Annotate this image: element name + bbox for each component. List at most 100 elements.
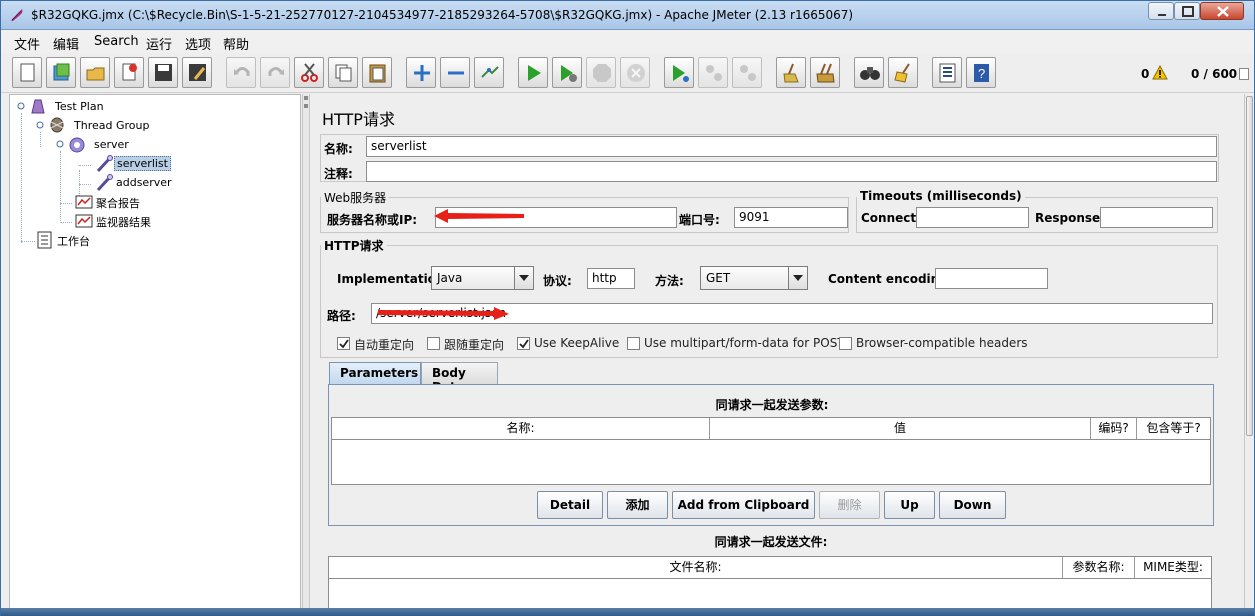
up-button[interactable]: Up [884, 491, 935, 519]
close-button[interactable] [1200, 2, 1244, 20]
connect-label: Connect: [861, 211, 921, 225]
collapse-all-button[interactable] [440, 57, 470, 88]
column-header-encode[interactable]: 编码? [1091, 418, 1137, 439]
search-button[interactable] [854, 57, 884, 88]
tree-item-workbench[interactable]: 工作台 [36, 231, 90, 249]
save-button[interactable] [148, 57, 178, 88]
params-table-body[interactable] [331, 440, 1211, 485]
copy-button[interactable] [328, 57, 358, 88]
start-button[interactable] [518, 57, 548, 88]
cut-icon [301, 63, 318, 82]
active-threads: 0 / 600 [1191, 67, 1238, 81]
menu-edit[interactable]: 编辑 [53, 34, 79, 53]
start-no-pauses-button[interactable] [552, 57, 582, 88]
remote-start-button[interactable] [664, 57, 694, 88]
templates-icon [53, 63, 70, 81]
taskbar-edge [1, 608, 1254, 616]
menu-options[interactable]: 选项 [185, 34, 211, 53]
remote-stop-icon [706, 65, 722, 81]
new-button[interactable] [12, 57, 42, 88]
save-as-icon [189, 64, 206, 81]
tree-item-serverlist[interactable]: serverlist [95, 155, 171, 173]
red-arrow-annotation [378, 307, 509, 320]
menu-run[interactable]: 运行 [146, 34, 172, 53]
name-input[interactable]: serverlist [366, 136, 1217, 157]
status-indicator [1239, 68, 1249, 80]
minus-icon [448, 71, 464, 75]
remote-stop-button[interactable] [698, 57, 728, 88]
broom-all-icon [816, 63, 835, 83]
redo-button[interactable] [260, 57, 290, 88]
tab-body-data[interactable]: Body Data [421, 362, 498, 394]
jmeter-window: $R32GQKG.jmx (C:\$Recycle.Bin\S-1-5-21-2… [0, 0, 1255, 616]
shutdown-icon [627, 64, 645, 82]
add-from-clipboard-button[interactable]: Add from Clipboard [672, 491, 815, 519]
split-pane-divider[interactable] [302, 94, 310, 609]
controller-icon [56, 137, 85, 153]
warning-icon[interactable] [1152, 65, 1168, 80]
method-select[interactable]: GET [700, 266, 808, 290]
tree-item-test-plan[interactable]: Test Plan [17, 98, 104, 116]
delete-button[interactable]: 删除 [819, 491, 880, 519]
content-encoding-input[interactable] [935, 268, 1048, 289]
save-as-button[interactable] [182, 57, 212, 88]
checkbox-box [839, 337, 852, 350]
checkbox-label: Browser-compatible headers [856, 336, 1028, 350]
column-header-file-name[interactable]: 文件名称: [329, 557, 1063, 578]
menu-search[interactable]: Search [94, 34, 139, 49]
tree-label: Test Plan [55, 100, 104, 113]
expand-all-button[interactable] [406, 57, 436, 88]
down-button[interactable]: Down [939, 491, 1006, 519]
port-input[interactable]: 9091 [734, 207, 848, 228]
paste-button[interactable] [362, 57, 392, 88]
tree-item-thread-group[interactable]: Thread Group [36, 117, 149, 135]
close-file-icon [122, 63, 137, 81]
implementation-select[interactable]: Java [431, 266, 534, 290]
tab-parameters[interactable]: Parameters [329, 362, 421, 384]
maximize-button[interactable] [1174, 2, 1200, 20]
files-table-body[interactable] [328, 579, 1212, 609]
column-header-param-name[interactable]: 参数名称: [1063, 557, 1135, 578]
help-book-icon: ? [974, 64, 989, 82]
minimize-button[interactable] [1148, 2, 1174, 20]
open-button[interactable] [80, 57, 110, 88]
new-file-icon [20, 63, 35, 82]
protocol-label: 协议: [543, 274, 572, 288]
column-header-include-equals[interactable]: 包含等于? [1137, 418, 1210, 439]
scrollbar-thumb[interactable] [1246, 96, 1253, 436]
tree-item-aggregate-report[interactable]: 聚合报告 [75, 193, 140, 211]
clear-all-button[interactable] [810, 57, 840, 88]
response-timeout-input[interactable] [1100, 207, 1213, 228]
shutdown-button[interactable] [620, 57, 650, 88]
remote-shutdown-button[interactable] [732, 57, 762, 88]
connect-timeout-input[interactable] [916, 207, 1029, 228]
column-header-mime-type[interactable]: MIME类型: [1135, 557, 1211, 578]
title-bar: $R32GQKG.jmx (C:\$Recycle.Bin\S-1-5-21-2… [1, 1, 1254, 30]
menu-help[interactable]: 帮助 [223, 34, 249, 53]
tree-item-server[interactable]: server [56, 136, 129, 154]
column-header-name[interactable]: 名称: [332, 418, 710, 439]
menu-file[interactable]: 文件 [14, 34, 40, 53]
comment-input[interactable] [366, 161, 1217, 182]
clear-button[interactable] [776, 57, 806, 88]
tree-line [21, 113, 22, 243]
tree-item-monitor-results[interactable]: 监视器结果 [75, 212, 151, 230]
toggle-button[interactable] [474, 57, 504, 88]
reset-search-button[interactable] [888, 57, 918, 88]
templates-button[interactable] [46, 57, 76, 88]
stop-button[interactable] [586, 57, 616, 88]
protocol-input[interactable]: http [587, 268, 635, 289]
chevron-down-icon [788, 267, 807, 289]
column-header-value[interactable]: 值 [710, 418, 1091, 439]
menu-bar: 文件 编辑 Search 运行 选项 帮助 [1, 31, 1254, 53]
tree-item-addserver[interactable]: addserver [95, 174, 172, 192]
close-file-button[interactable] [114, 57, 144, 88]
vertical-scrollbar[interactable] [1244, 94, 1254, 609]
detail-button[interactable]: Detail [537, 491, 603, 519]
cut-button[interactable] [294, 57, 324, 88]
help-button[interactable]: ? [966, 57, 996, 88]
undo-button[interactable] [226, 57, 256, 88]
function-helper-button[interactable] [932, 57, 962, 88]
add-button[interactable]: 添加 [607, 491, 668, 519]
params-section-title: 同请求一起发送参数: [715, 398, 829, 412]
